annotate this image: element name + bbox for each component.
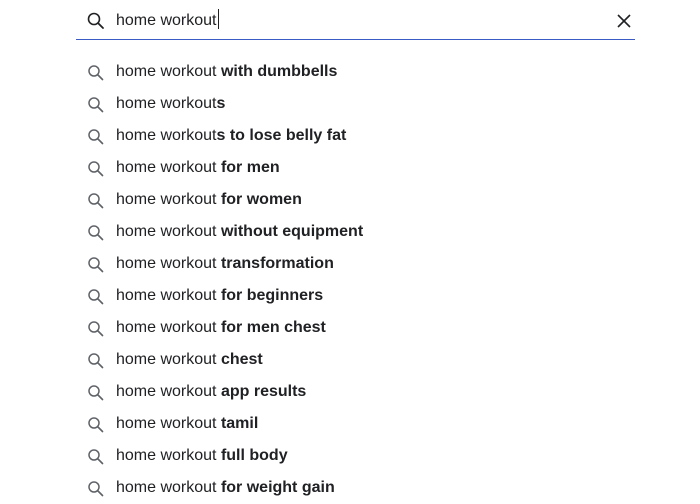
suggestion-completion: with dumbbells: [216, 63, 338, 80]
suggestion-item[interactable]: home workout without equipment: [76, 216, 635, 248]
suggestion-prefix: home workout: [116, 447, 217, 464]
suggestion-completion: for women: [216, 191, 302, 208]
suggestion-item[interactable]: home workout for men: [76, 152, 635, 184]
suggestion-item[interactable]: home workout chest: [76, 344, 635, 376]
search-icon: [87, 416, 105, 434]
suggestion-text: home workouts to lose belly fat: [116, 126, 346, 146]
suggestion-prefix: home workout: [116, 383, 217, 400]
search-icon: [87, 224, 105, 242]
suggestion-item[interactable]: home workout for women: [76, 184, 635, 216]
search-icon: [86, 11, 106, 31]
search-icon: [87, 384, 105, 402]
search-icon: [87, 160, 105, 178]
suggestion-text: home workout for women: [116, 190, 302, 210]
suggestion-item[interactable]: home workouts to lose belly fat: [76, 120, 635, 152]
suggestion-prefix: home workout: [116, 95, 217, 112]
search-bar[interactable]: home workout: [76, 0, 635, 40]
search-input[interactable]: home workout: [116, 9, 219, 32]
suggestion-text: home workout app results: [116, 382, 306, 402]
suggestion-text: home workout for weight gain: [116, 478, 335, 498]
suggestion-text: home workout with dumbbells: [116, 62, 337, 82]
suggestion-text: home workouts: [116, 94, 225, 114]
suggestion-text: home workout for men: [116, 158, 280, 178]
suggestion-prefix: home workout: [116, 415, 217, 432]
suggestion-completion: s: [216, 95, 226, 112]
suggestion-prefix: home workout: [116, 479, 217, 496]
suggestion-item[interactable]: home workout app results: [76, 376, 635, 408]
suggestion-text: home workout for men chest: [116, 318, 326, 338]
suggestion-completion: without equipment: [216, 223, 364, 240]
search-icon: [87, 288, 105, 306]
text-caret: [217, 9, 219, 29]
search-icon: [87, 64, 105, 82]
suggestion-item[interactable]: home workout tamil: [76, 408, 635, 440]
suggestion-text: home workout full body: [116, 446, 288, 466]
suggestion-completion: app results: [216, 383, 307, 400]
clear-search-button[interactable]: [613, 10, 635, 32]
search-query-text: home workout: [116, 12, 217, 29]
suggestion-text: home workout without equipment: [116, 222, 363, 242]
suggestion-prefix: home workout: [116, 351, 217, 368]
suggestion-item[interactable]: home workout for weight gain: [76, 472, 635, 504]
suggestion-prefix: home workout: [116, 191, 217, 208]
suggestion-completion: s to lose belly fat: [216, 127, 347, 144]
search-icon: [87, 320, 105, 338]
suggestion-prefix: home workout: [116, 319, 217, 336]
suggestion-prefix: home workout: [116, 127, 217, 144]
search-icon: [87, 352, 105, 370]
suggestion-completion: for weight gain: [216, 479, 335, 496]
search-icon: [87, 448, 105, 466]
suggestion-completion: for beginners: [216, 287, 324, 304]
suggestion-prefix: home workout: [116, 63, 217, 80]
suggestion-completion: chest: [216, 351, 263, 368]
suggestion-completion: full body: [216, 447, 288, 464]
search-icon: [87, 480, 105, 498]
search-icon: [87, 256, 105, 274]
suggestion-list: home workout with dumbbells home workouts…: [76, 56, 635, 504]
suggestion-completion: transformation: [216, 255, 334, 272]
close-icon: [617, 14, 631, 28]
suggestion-text: home workout transformation: [116, 254, 334, 274]
search-icon: [87, 96, 105, 114]
suggestion-text: home workout tamil: [116, 414, 258, 434]
suggestion-text: home workout for beginners: [116, 286, 323, 306]
search-icon: [87, 192, 105, 210]
suggestion-prefix: home workout: [116, 255, 217, 272]
suggestion-completion: tamil: [216, 415, 259, 432]
suggestion-item[interactable]: home workouts: [76, 88, 635, 120]
search-icon: [87, 128, 105, 146]
suggestion-prefix: home workout: [116, 287, 217, 304]
suggestion-item[interactable]: home workout transformation: [76, 248, 635, 280]
suggestion-completion: for men: [216, 159, 280, 176]
suggestion-item[interactable]: home workout with dumbbells: [76, 56, 635, 88]
suggestion-item[interactable]: home workout full body: [76, 440, 635, 472]
suggestion-text: home workout chest: [116, 350, 263, 370]
suggestion-completion: for men chest: [216, 319, 326, 336]
suggestion-prefix: home workout: [116, 159, 217, 176]
suggestion-item[interactable]: home workout for men chest: [76, 312, 635, 344]
suggestion-item[interactable]: home workout for beginners: [76, 280, 635, 312]
suggestion-prefix: home workout: [116, 223, 217, 240]
